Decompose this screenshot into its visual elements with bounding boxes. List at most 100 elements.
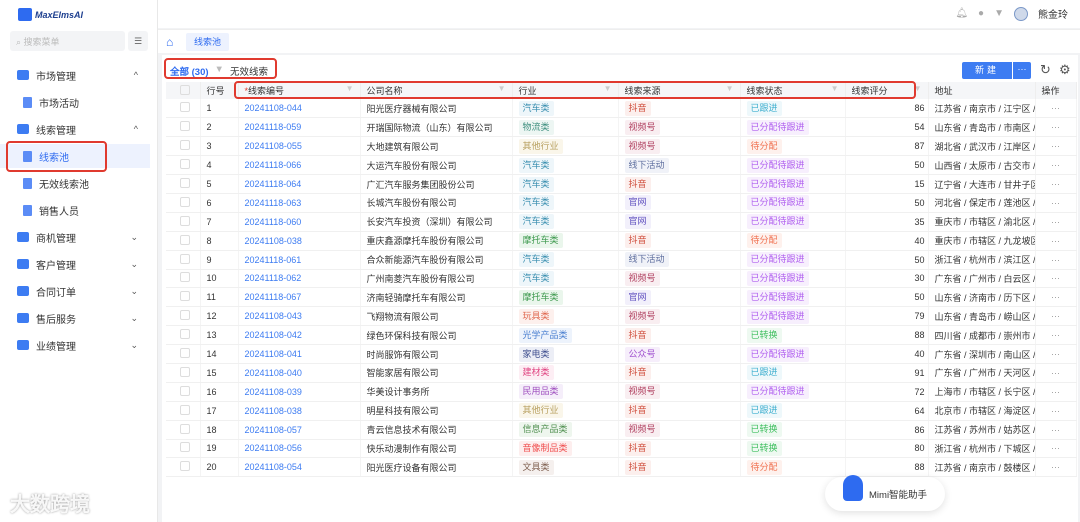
- checkbox[interactable]: [180, 215, 190, 226]
- checkbox[interactable]: [180, 140, 190, 151]
- row-actions-button[interactable]: ···: [1035, 287, 1077, 308]
- sidebar-item[interactable]: 售后服务 ⌄: [0, 306, 158, 330]
- table-row[interactable]: 9 20241118-061 合众新能源汽车股份有限公司 汽车类 线下活动 已分配待…: [166, 250, 1077, 270]
- chevron-icon[interactable]: ⌄: [130, 340, 138, 351]
- row-select[interactable]: [166, 382, 201, 402]
- ai-assistant-button[interactable]: Mimi智能助手: [825, 475, 945, 511]
- table-row[interactable]: 5 20241118-064 广汇汽车服务集团股份公司 汽车类 抖音 已分配待跟进 …: [166, 174, 1077, 194]
- avatar[interactable]: [1014, 6, 1028, 21]
- table-row[interactable]: 2 20241118-059 开瑞国际物流（山东）有限公司 物流类 视频号 已分配待…: [166, 117, 1077, 138]
- lead-id-link[interactable]: 20241118-059: [238, 117, 361, 138]
- row-actions-button[interactable]: ···: [1035, 401, 1077, 421]
- row-select[interactable]: [166, 231, 201, 251]
- checkbox[interactable]: [180, 84, 190, 95]
- checkbox[interactable]: [180, 348, 190, 359]
- table-row[interactable]: 7 20241118-060 长安汽车投资（深圳）有限公司 汽车类 官网 已分配待跟…: [166, 212, 1077, 232]
- table-row[interactable]: 10 20241118-062 广州南菱汽车股份有限公司 汽车类 视频号 已分配待跟…: [166, 269, 1077, 289]
- lead-id-link[interactable]: 20241108-055: [238, 136, 361, 157]
- chevron-icon[interactable]: ^: [134, 124, 138, 134]
- lead-id-link[interactable]: 20241108-038: [238, 231, 361, 251]
- row-actions-button[interactable]: ···: [1035, 306, 1077, 327]
- row-actions-button[interactable]: ···: [1035, 193, 1077, 213]
- row-select[interactable]: [166, 401, 201, 421]
- lead-id-link[interactable]: 20241108-041: [238, 344, 361, 364]
- checkbox[interactable]: [180, 272, 190, 283]
- lead-id-link[interactable]: 20241108-057: [238, 420, 361, 440]
- checkbox[interactable]: [180, 366, 190, 377]
- table-row[interactable]: 6 20241118-063 长城汽车股份有限公司 汽车类 官网 已分配待跟进 50…: [166, 193, 1077, 213]
- row-select[interactable]: [166, 155, 201, 176]
- row-actions-button[interactable]: ···: [1035, 136, 1077, 157]
- row-select[interactable]: [166, 250, 201, 270]
- checkbox[interactable]: [180, 102, 190, 113]
- row-actions-button[interactable]: ···: [1035, 344, 1077, 364]
- lead-id-link[interactable]: 20241108-042: [238, 325, 361, 346]
- lead-id-link[interactable]: 20241118-064: [238, 174, 361, 194]
- row-select[interactable]: [166, 193, 201, 213]
- lead-id-link[interactable]: 20241118-062: [238, 269, 361, 289]
- lead-id-link[interactable]: 20241108-038: [238, 401, 361, 421]
- checkbox[interactable]: [180, 310, 190, 321]
- sidebar-item[interactable]: 合同订单 ⌄: [0, 279, 158, 303]
- table-row[interactable]: 8 20241108-038 重庆鑫源摩托车股份有限公司 摩托车类 抖音 待分配 4…: [166, 231, 1077, 251]
- user-icon[interactable]: ●: [978, 8, 984, 19]
- checkbox[interactable]: [180, 385, 190, 396]
- table-row[interactable]: 12 20241108-043 飞翔物流有限公司 玩具类 视频号 已分配待跟进 79…: [166, 306, 1077, 327]
- table-row[interactable]: 18 20241108-057 青云信息技术有限公司 信息产品类 视频号 已转换 8…: [166, 420, 1077, 440]
- row-select[interactable]: [166, 306, 201, 327]
- lead-id-link[interactable]: 20241118-060: [238, 212, 361, 232]
- checkbox[interactable]: [180, 329, 190, 340]
- row-select[interactable]: [166, 212, 201, 232]
- row-actions-button[interactable]: ···: [1035, 231, 1077, 251]
- row-actions-button[interactable]: ···: [1035, 325, 1077, 346]
- table-row[interactable]: 15 20241108-040 智能家居有限公司 建材类 抖音 已跟进 91 广东省…: [166, 363, 1077, 383]
- checkbox[interactable]: [180, 291, 190, 302]
- lead-id-link[interactable]: 20241108-039: [238, 382, 361, 402]
- table-row[interactable]: 13 20241108-042 绿色环保科技有限公司 光学产品类 抖音 已转换 88…: [166, 325, 1077, 346]
- sidebar-item[interactable]: 销售人员: [0, 198, 158, 222]
- home-icon[interactable]: ⌂: [166, 35, 173, 49]
- checkbox[interactable]: [180, 442, 190, 453]
- lead-id-link[interactable]: 20241118-061: [238, 250, 361, 270]
- row-select[interactable]: [166, 363, 201, 383]
- shirt-icon[interactable]: ▼: [994, 8, 1004, 19]
- row-actions-button[interactable]: ···: [1035, 117, 1077, 138]
- table-row[interactable]: 14 20241108-041 时尚服饰有限公司 家电类 公众号 已分配待跟进 40…: [166, 344, 1077, 364]
- lead-id-link[interactable]: 20241108-044: [238, 99, 361, 119]
- row-actions-button[interactable]: ···: [1035, 457, 1077, 478]
- lead-id-link[interactable]: 20241108-040: [238, 363, 361, 383]
- chevron-icon[interactable]: ⌄: [130, 232, 138, 243]
- row-actions-button[interactable]: ···: [1035, 250, 1077, 270]
- refresh-icon[interactable]: ↻: [1040, 62, 1051, 78]
- row-actions-button[interactable]: ···: [1035, 363, 1077, 383]
- table-row[interactable]: 11 20241118-067 济南轻骑摩托车有限公司 摩托车类 官网 已分配待跟进…: [166, 287, 1077, 308]
- checkbox[interactable]: [180, 404, 190, 415]
- row-select[interactable]: [166, 420, 201, 440]
- checkbox[interactable]: [180, 234, 190, 245]
- row-select[interactable]: [166, 457, 201, 478]
- table-row[interactable]: 4 20241118-066 大运汽车股份有限公司 汽车类 线下活动 已分配待跟进 …: [166, 155, 1077, 176]
- new-button[interactable]: 新建: [962, 62, 1012, 79]
- lead-id-link[interactable]: 20241108-056: [238, 439, 361, 459]
- bell-icon[interactable]: 🔔︎: [955, 8, 968, 19]
- row-actions-button[interactable]: ···: [1035, 382, 1077, 402]
- checkbox[interactable]: [180, 121, 190, 132]
- sidebar-item[interactable]: 商机管理 ⌄: [0, 225, 158, 249]
- row-actions-button[interactable]: ···: [1035, 212, 1077, 232]
- table-row[interactable]: 19 20241108-056 快乐动漫制作有限公司 音像制品类 抖音 已转换 80…: [166, 439, 1077, 459]
- more-button[interactable]: ···: [1013, 62, 1031, 79]
- lead-id-link[interactable]: 20241118-066: [238, 155, 361, 176]
- select-all[interactable]: [166, 82, 201, 99]
- checkbox[interactable]: [180, 423, 190, 434]
- collapse-menu-button[interactable]: ☰: [128, 31, 148, 51]
- row-actions-button[interactable]: ···: [1035, 99, 1077, 119]
- table-row[interactable]: 20 20241108-054 阳光医疗设备有限公司 文具类 抖音 待分配 88 江…: [166, 457, 1077, 478]
- checkbox[interactable]: [180, 159, 190, 170]
- row-actions-button[interactable]: ···: [1035, 174, 1077, 194]
- chevron-icon[interactable]: ^: [134, 70, 138, 80]
- table-row[interactable]: 16 20241108-039 华美设计事务所 民用品类 视频号 已分配待跟进 72…: [166, 382, 1077, 402]
- row-actions-button[interactable]: ···: [1035, 439, 1077, 459]
- col-address[interactable]: 地址: [928, 82, 1036, 99]
- row-select[interactable]: [166, 174, 201, 194]
- tab-lead-pool[interactable]: 线索池: [186, 33, 230, 51]
